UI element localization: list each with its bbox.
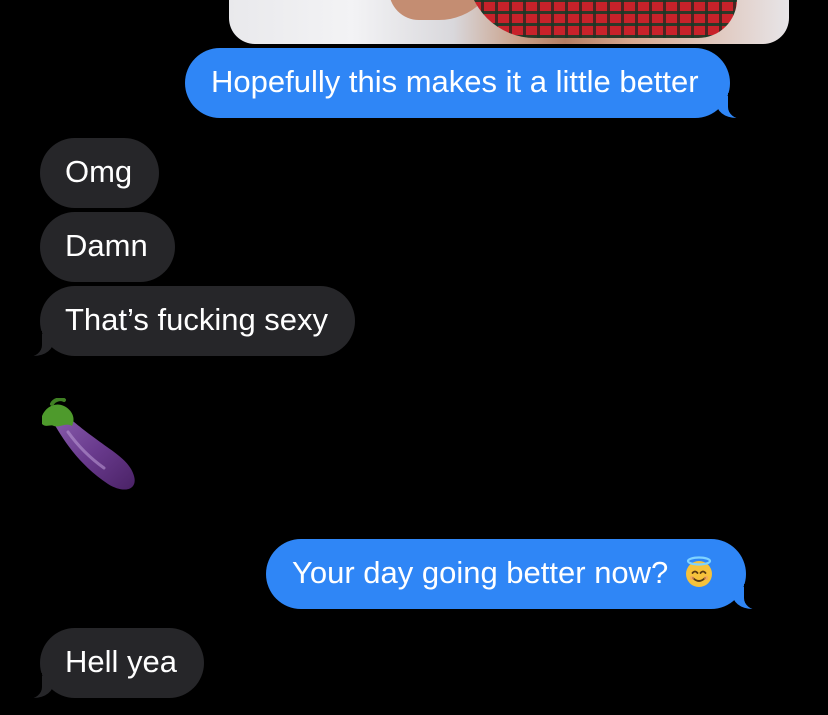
message-text: That’s fucking sexy <box>65 302 329 337</box>
smiling-face-with-halo-icon <box>685 556 712 587</box>
eggplant-icon <box>42 397 135 490</box>
sent-message-bubble[interactable]: Your day going better now? <box>266 539 770 610</box>
received-message-bubble[interactable]: That’s fucking sexy <box>15 286 356 357</box>
photo-detail-plaid <box>467 0 737 38</box>
received-message-bubble[interactable]: Omg <box>40 138 160 208</box>
message-text: Hell yea <box>65 644 177 679</box>
message-text: Your day going better now? <box>292 555 669 590</box>
message-text: Damn <box>65 228 148 263</box>
message-text: Hopefully this makes it a little better <box>211 64 699 99</box>
photo-attachment[interactable] <box>229 0 789 44</box>
received-message-bubble[interactable]: Damn <box>40 212 175 282</box>
received-message-bubble[interactable]: Hell yea <box>16 628 204 699</box>
sent-message-bubble[interactable]: Hopefully this makes it a little better <box>185 48 754 119</box>
message-text: Omg <box>65 154 133 189</box>
received-emoji-message[interactable] <box>38 397 142 498</box>
